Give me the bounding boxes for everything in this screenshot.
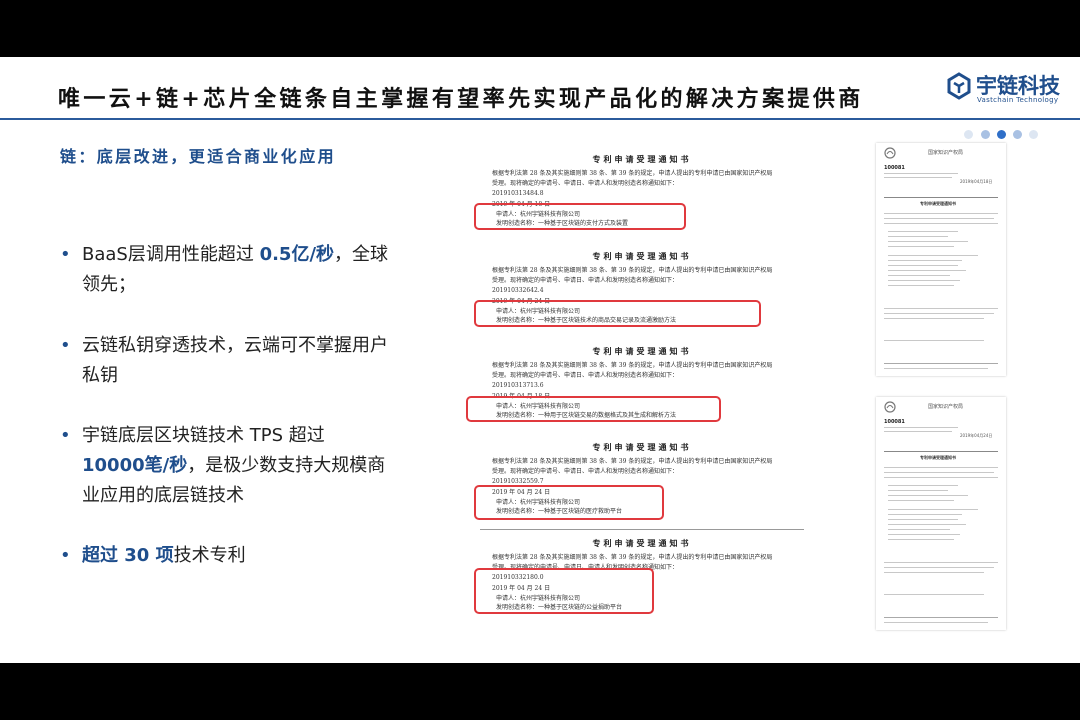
notice-body: 受理。现将确定的申请号、申请日、申请人和发明创造名称通知如下：	[492, 277, 679, 284]
notice-number: 201910332642.4	[492, 287, 544, 294]
notice-body: 根据专利法第 28 条及其实施细则第 38 条、第 39 条的规定，申请人提出的…	[492, 362, 773, 369]
cnipa-emblem-icon	[884, 401, 896, 413]
pager-dot[interactable]	[1013, 130, 1022, 139]
highlight-box	[474, 485, 664, 520]
company-logo: 宇链科技 Vastchain Technology	[946, 70, 1066, 104]
notice-body: 受理。现将确定的申请号、申请日、申请人和发明创造名称通知如下：	[492, 180, 679, 187]
logo-subtitle: Vastchain Technology	[977, 96, 1059, 104]
bullet-text: 宇链底层区块链技术 TPS 超过	[82, 425, 325, 446]
bullet-item: • 宇链底层区块链技术 TPS 超过 10000笔/秒，是极少数支持大规模商业应…	[60, 421, 390, 511]
bullet-dot-icon: •	[60, 335, 71, 356]
notice-heading: 专利申请受理通知书	[592, 251, 692, 261]
notice-heading: 专利申请受理通知书	[592, 442, 692, 452]
notice-number: 201910313484.8	[492, 190, 544, 197]
bullet-text-tail: 技术专利	[173, 545, 246, 566]
title-rule	[0, 118, 1080, 120]
highlight-box	[474, 300, 761, 327]
cnipa-emblem-icon	[884, 147, 896, 159]
notice-heading: 专利申请受理通知书	[592, 346, 692, 356]
bullet-dot-icon: •	[60, 244, 71, 265]
highlight-box	[466, 396, 721, 422]
highlight-box	[474, 203, 686, 230]
notice-number: 201910313713.6	[492, 382, 544, 389]
notice-heading: 专利申请受理通知书	[592, 154, 692, 164]
notice-heading: 专利申请受理通知书	[592, 538, 692, 548]
thumb-date: 2019年04月18日	[960, 179, 993, 184]
bullet-highlight: 0.5亿/秒	[259, 244, 335, 265]
thumb-date: 2019年04月24日	[960, 433, 993, 438]
notice-body: 根据专利法第 28 条及其实施细则第 38 条、第 39 条的规定，申请人提出的…	[492, 458, 773, 465]
notice-divider	[480, 529, 804, 530]
bullet-text: 云链私钥穿透技术，云端可不掌握用户私钥	[82, 335, 388, 386]
thumb-code: 100081	[884, 165, 905, 171]
notice-number: 201910332559.7	[492, 478, 544, 485]
highlight-box	[474, 568, 654, 614]
pager-dot-active[interactable]	[997, 130, 1006, 139]
bullet-dot-icon: •	[60, 545, 71, 566]
patent-thumbnail: 国家知识产权局 100081 2019年04月18日 专利申请受理通知书	[876, 143, 1006, 376]
bullet-item: • 超过 30 项技术专利	[60, 541, 390, 571]
patent-thumbnail: 国家知识产权局 100081 2019年04月24日 专利申请受理通知书	[876, 397, 1006, 630]
thumb-section: 专利申请受理通知书	[920, 455, 956, 460]
notice-body: 根据专利法第 28 条及其实施细则第 38 条、第 39 条的规定，申请人提出的…	[492, 170, 773, 177]
bullet-highlight: 超过 30 项	[82, 545, 174, 566]
thumb-header: 国家知识产权局	[928, 404, 964, 410]
pager-dot[interactable]	[1029, 130, 1038, 139]
patent-notices-image: 专利申请受理通知书 根据专利法第 28 条及其实施细则第 38 条、第 39 条…	[466, 151, 818, 621]
bullet-item: • 云链私钥穿透技术，云端可不掌握用户私钥	[60, 331, 390, 391]
notice-body: 受理。现将确定的申请号、申请日、申请人和发明创造名称通知如下：	[492, 372, 679, 379]
notice-body: 受理。现将确定的申请号、申请日、申请人和发明创造名称通知如下：	[492, 468, 679, 475]
notice-body: 根据专利法第 28 条及其实施细则第 38 条、第 39 条的规定，申请人提出的…	[492, 554, 773, 561]
notice-body: 根据专利法第 28 条及其实施细则第 38 条、第 39 条的规定，申请人提出的…	[492, 267, 773, 274]
thumb-header: 国家知识产权局	[928, 150, 964, 156]
bullet-highlight: 10000笔/秒	[82, 455, 188, 476]
bullet-text: BaaS层调用性能超过	[82, 244, 260, 265]
pager-dot[interactable]	[981, 130, 990, 139]
vastchain-logo-icon	[947, 72, 971, 100]
thumb-section: 专利申请受理通知书	[920, 201, 956, 206]
bullet-dot-icon: •	[60, 425, 71, 446]
bullet-item: • BaaS层调用性能超过 0.5亿/秒，全球领先；	[60, 240, 390, 300]
thumb-code: 100081	[884, 419, 905, 425]
section-subtitle: 链：底层改进，更适合商业化应用	[60, 147, 337, 166]
pager-dot[interactable]	[964, 130, 973, 139]
slide: 唯一云+链+芯片全链条自主掌握有望率先实现产品化的解决方案提供商 宇链科技 Va…	[0, 57, 1080, 663]
slide-title: 唯一云+链+芯片全链条自主掌握有望率先实现产品化的解决方案提供商	[58, 86, 864, 112]
